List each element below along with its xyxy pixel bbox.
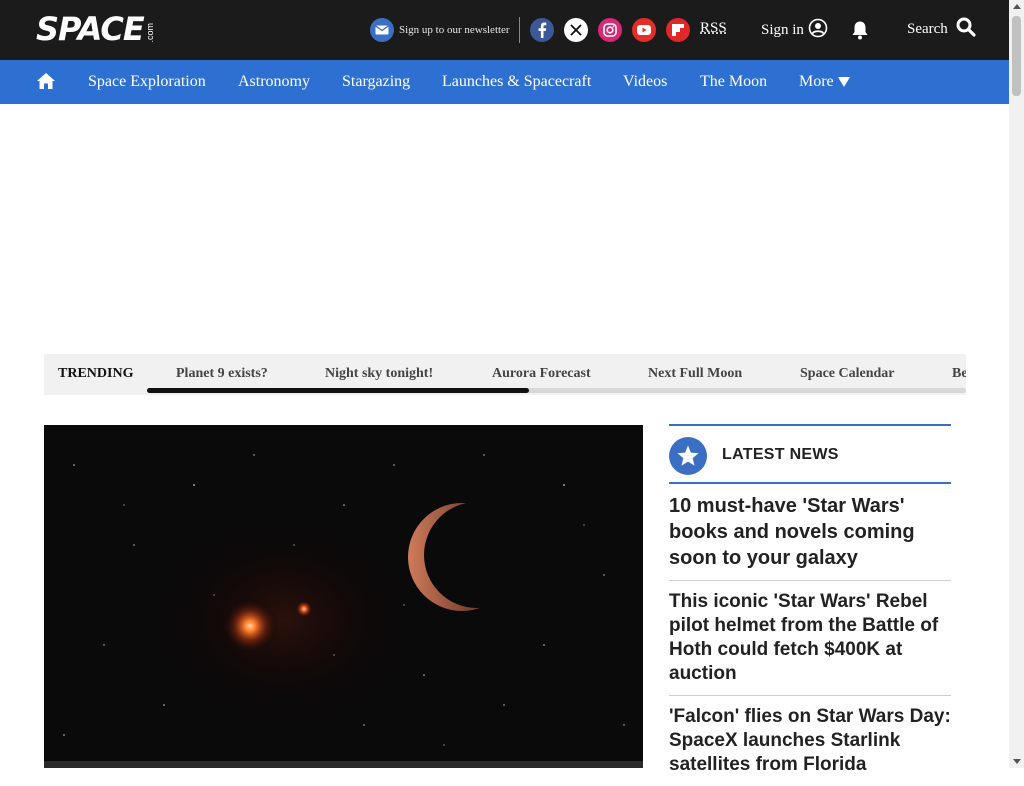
search-icon	[948, 17, 976, 42]
mail-icon	[370, 18, 394, 42]
trending-item[interactable]: Be	[952, 366, 966, 382]
signin-button[interactable]: Sign in	[761, 18, 828, 43]
scroll-down-arrow-icon[interactable]	[1013, 759, 1021, 764]
news-headline[interactable]: This iconic 'Star Wars' Rebel pilot helm…	[669, 581, 951, 696]
logo-wordmark: SPACE	[36, 10, 145, 48]
chevron-down-icon	[837, 77, 850, 88]
flipboard-icon[interactable]	[666, 18, 690, 42]
rss-link[interactable]: RSS	[700, 20, 727, 37]
nav-the-moon[interactable]: The Moon	[700, 73, 767, 91]
nav-more[interactable]: More	[799, 73, 850, 91]
home-icon[interactable]	[36, 72, 56, 95]
nav-more-label: More	[799, 73, 834, 90]
site-logo[interactable]: SPACE .com	[36, 13, 155, 45]
scroll-thumb[interactable]	[1012, 16, 1021, 96]
news-headline[interactable]: 10 must-have 'Star Wars' books and novel…	[669, 484, 951, 581]
facebook-icon[interactable]	[530, 18, 554, 42]
scroll-up-arrow-icon[interactable]	[1013, 4, 1021, 9]
trending-item[interactable]: Aurora Forecast	[492, 366, 591, 382]
logo-suffix: .com	[144, 23, 155, 43]
latest-news-panel: LATEST NEWS 10 must-have 'Star Wars' boo…	[669, 424, 951, 786]
instagram-icon[interactable]	[598, 18, 622, 42]
nav-launches-spacecraft[interactable]: Launches & Spacecraft	[442, 73, 591, 91]
search-label: Search	[907, 21, 948, 37]
trending-label: TRENDING	[58, 366, 134, 381]
news-headline[interactable]: 'Falcon' flies on Star Wars Day: SpaceX …	[669, 696, 951, 786]
trending-item[interactable]: Planet 9 exists?	[176, 366, 268, 382]
trending-bar: TRENDING Planet 9 exists? Night sky toni…	[44, 354, 966, 395]
newsletter-signup[interactable]: Sign up to our newsletter	[370, 18, 510, 42]
nav-astronomy[interactable]: Astronomy	[238, 73, 310, 91]
youtube-icon[interactable]	[632, 18, 656, 42]
hero-image[interactable]	[44, 425, 643, 768]
signin-label: Sign in	[761, 22, 804, 38]
nav-stargazing[interactable]: Stargazing	[342, 73, 410, 91]
header-divider	[519, 17, 520, 43]
page-scrollbar[interactable]	[1009, 0, 1024, 768]
trending-item[interactable]: Space Calendar	[800, 366, 895, 382]
newsletter-label: Sign up to our newsletter	[399, 24, 510, 36]
star-icon	[669, 437, 707, 475]
nav-videos[interactable]: Videos	[623, 73, 667, 91]
trending-scroll-thumb[interactable]	[147, 388, 529, 393]
main-nav: Space Exploration Astronomy Stargazing L…	[0, 60, 1009, 104]
latest-news-title: LATEST NEWS	[722, 446, 839, 463]
user-icon	[804, 18, 828, 43]
nav-space-exploration[interactable]: Space Exploration	[88, 73, 206, 91]
x-icon[interactable]	[564, 18, 588, 42]
bell-icon[interactable]	[851, 20, 869, 45]
trending-item[interactable]: Night sky tonight!	[325, 366, 433, 382]
trending-item[interactable]: Next Full Moon	[648, 366, 742, 382]
latest-news-header: LATEST NEWS	[669, 424, 951, 484]
search-button[interactable]: Search	[907, 17, 976, 42]
top-header: SPACE .com Sign up to our newsletter RSS…	[0, 0, 1009, 60]
